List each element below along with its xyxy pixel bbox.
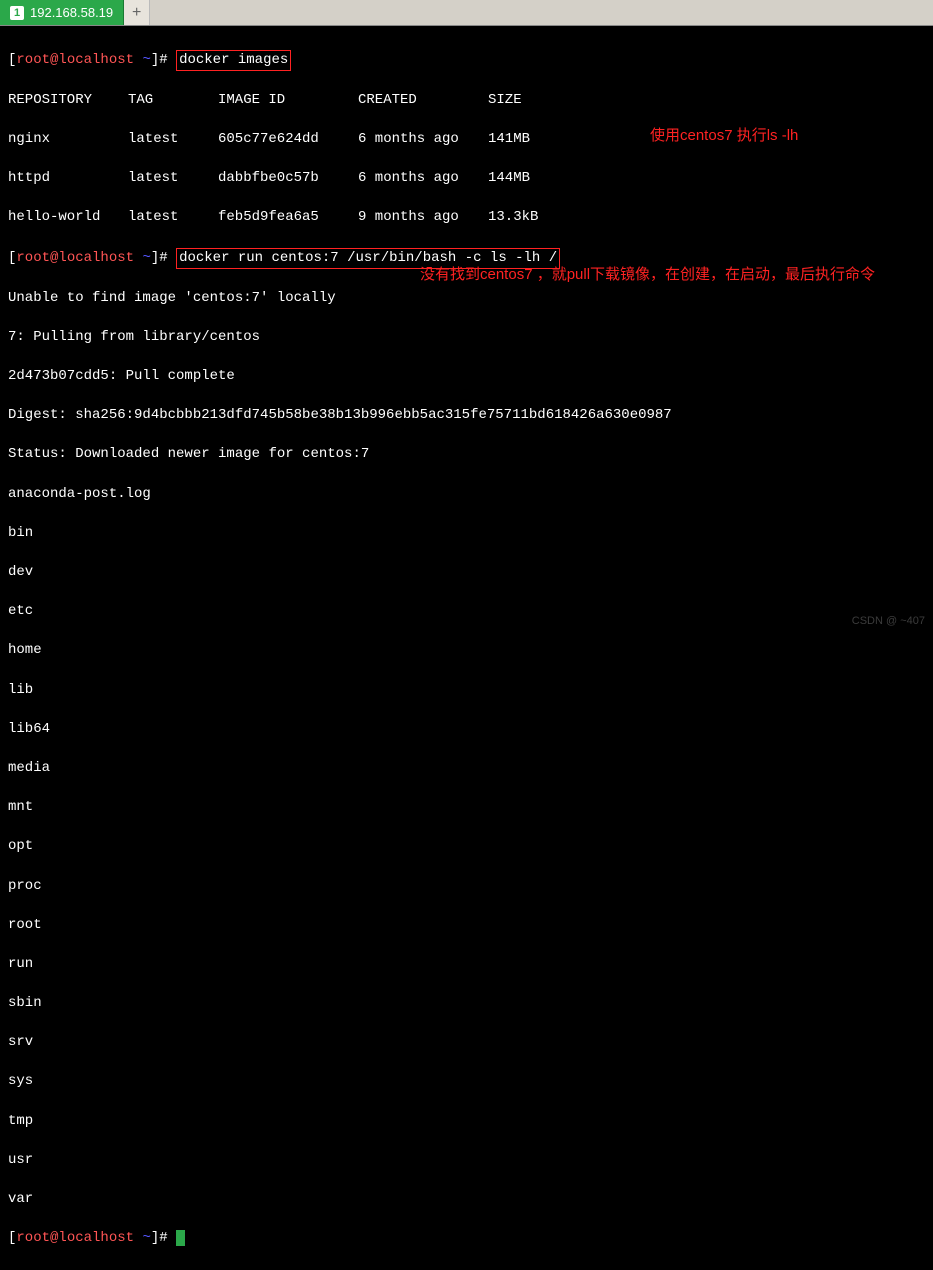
th-image-id: IMAGE ID — [218, 91, 358, 111]
td-size: 141MB — [488, 130, 568, 150]
ls-output: sbin — [8, 994, 925, 1014]
td-repo: httpd — [8, 169, 128, 189]
td-repo: hello-world — [8, 208, 128, 228]
ls-output: lib64 — [8, 720, 925, 740]
ls-output: sys — [8, 1072, 925, 1092]
output-line: 7: Pulling from library/centos — [8, 328, 925, 348]
td-repo: nginx — [8, 130, 128, 150]
cursor-icon — [176, 1230, 185, 1246]
ls-output: usr — [8, 1151, 925, 1171]
th-repository: REPOSITORY — [8, 91, 128, 111]
th-size: SIZE — [488, 91, 568, 111]
td-created: 6 months ago — [358, 130, 488, 150]
watermark-text: CSDN @ ~407 — [852, 615, 925, 627]
ls-output: lib — [8, 681, 925, 701]
td-tag: latest — [128, 208, 218, 228]
td-tag: latest — [128, 169, 218, 189]
table-row: hello-worldlatestfeb5d9fea6a59 months ag… — [8, 208, 925, 228]
output-line: Digest: sha256:9d4bcbbb213dfd745b58be38b… — [8, 406, 925, 426]
td-imgid: dabbfbe0c57b — [218, 169, 358, 189]
th-tag: TAG — [128, 91, 218, 111]
prompt-line-1: [root@localhost ~]# docker images — [8, 50, 925, 72]
table-row: httpdlatestdabbfbe0c57b6 months ago144MB — [8, 169, 925, 189]
ls-output: home — [8, 641, 925, 661]
annotation-label-2: 没有找到centos7 ，就pull下载镜像，在创建，在启动，最后执行命令 — [420, 261, 900, 288]
tab-index-badge: 1 — [10, 6, 24, 20]
output-line: 2d473b07cdd5: Pull complete — [8, 367, 925, 387]
tab-title: 192.168.58.19 — [30, 5, 113, 20]
ls-output: media — [8, 759, 925, 779]
tab-bar: 1 192.168.58.19 + — [0, 0, 933, 26]
tab-active[interactable]: 1 192.168.58.19 — [0, 0, 124, 25]
command-1-highlight: docker images — [176, 50, 291, 72]
ls-output: mnt — [8, 798, 925, 818]
ls-output: root — [8, 916, 925, 936]
prompt-symbol: # — [159, 250, 167, 266]
td-imgid: 605c77e624dd — [218, 130, 358, 150]
tab-add-button[interactable]: + — [124, 0, 150, 25]
td-tag: latest — [128, 130, 218, 150]
ls-output: etc — [8, 602, 925, 622]
td-imgid: feb5d9fea6a5 — [218, 208, 358, 228]
prompt-symbol: # — [159, 52, 167, 68]
prompt-user-host: root@localhost — [16, 52, 134, 68]
prompt-user-host: root@localhost — [16, 1230, 134, 1246]
prompt-cwd: ~ — [142, 1230, 150, 1246]
prompt-symbol: # — [159, 1230, 167, 1246]
ls-output: bin — [8, 524, 925, 544]
output-line: Status: Downloaded newer image for cento… — [8, 445, 925, 465]
ls-output: anaconda-post.log — [8, 485, 925, 505]
td-created: 6 months ago — [358, 169, 488, 189]
output-line: Unable to find image 'centos:7' locally — [8, 289, 925, 309]
td-size: 13.3kB — [488, 208, 568, 228]
ls-output: srv — [8, 1033, 925, 1053]
annotation-label-1: 使用centos7 执行ls -lh — [650, 125, 798, 146]
td-created: 9 months ago — [358, 208, 488, 228]
prompt-line-3: [root@localhost ~]# — [8, 1229, 925, 1249]
terminal-output[interactable]: [root@localhost ~]# docker images REPOSI… — [0, 26, 933, 1270]
table-header: REPOSITORYTAGIMAGE IDCREATEDSIZE — [8, 91, 925, 111]
prompt-cwd: ~ — [142, 52, 150, 68]
ls-output: opt — [8, 837, 925, 857]
prompt-user-host: root@localhost — [16, 250, 134, 266]
prompt-cwd: ~ — [142, 250, 150, 266]
ls-output: tmp — [8, 1112, 925, 1132]
th-created: CREATED — [358, 91, 488, 111]
ls-output: dev — [8, 563, 925, 583]
td-size: 144MB — [488, 169, 568, 189]
ls-output: var — [8, 1190, 925, 1210]
ls-output: run — [8, 955, 925, 975]
ls-output: proc — [8, 877, 925, 897]
